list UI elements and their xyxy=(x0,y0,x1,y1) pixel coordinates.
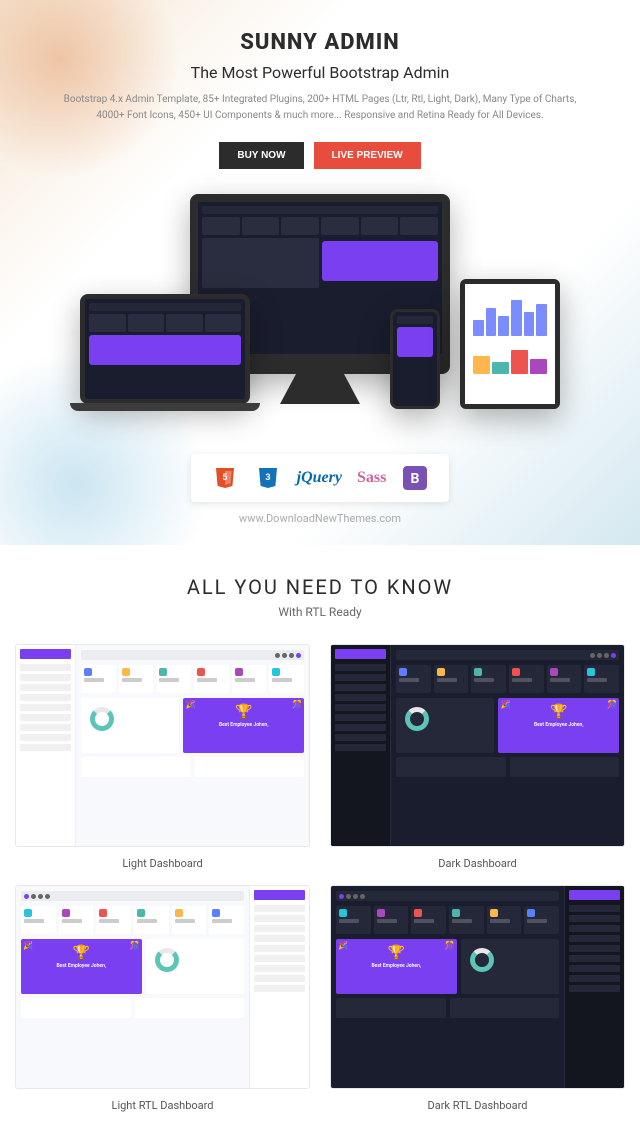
stat-card xyxy=(449,906,484,934)
stat-card xyxy=(232,665,267,693)
subtitle: The Most Powerful Bootstrap Admin xyxy=(20,63,620,82)
earning-summary-chart xyxy=(461,939,559,994)
best-employee-card: 🎉🎊Best Employee Johen, xyxy=(183,698,304,753)
light-rtl-dashboard-item: 🎉🎊Best Employee Johen, Light RTL Dashboa… xyxy=(15,885,310,1111)
dark-rtl-dashboard-screenshot[interactable]: 🎉🎊Best Employee Johen, xyxy=(330,885,625,1088)
stat-cards xyxy=(81,665,304,693)
earning-summary-chart xyxy=(146,939,244,994)
stat-card xyxy=(434,665,469,693)
earning-summary-chart xyxy=(81,698,179,753)
screenshot-label: Dark RTL Dashboard xyxy=(330,1099,625,1112)
light-dashboard-item: 🎉🎊Best Employee Johen, Light Dashboard xyxy=(15,644,310,870)
description: Bootstrap 4.x Admin Template, 85+ Integr… xyxy=(60,92,580,124)
stat-card xyxy=(584,665,619,693)
stat-card xyxy=(156,665,191,693)
stat-card xyxy=(524,906,559,934)
dark-dashboard-screenshot[interactable]: 🎉🎊Best Employee Johen, xyxy=(330,644,625,847)
phone-mockup xyxy=(390,309,440,409)
live-preview-button[interactable]: LIVE PREVIEW xyxy=(314,142,421,169)
light-dashboard-screenshot[interactable]: 🎉🎊Best Employee Johen, xyxy=(15,644,310,847)
tablet-mockup xyxy=(460,279,560,409)
dark-dashboard-item: 🎉🎊Best Employee Johen, Dark Dashboard xyxy=(330,644,625,870)
stat-card xyxy=(269,665,304,693)
watermark: www.DownloadNewThemes.com xyxy=(20,512,620,525)
stat-card xyxy=(547,665,582,693)
section-heading: ALL YOU NEED TO KNOW xyxy=(15,575,625,599)
best-employee-card: 🎉🎊Best Employee Johen, xyxy=(336,939,457,994)
stat-card xyxy=(81,665,116,693)
best-employee-card: 🎉🎊Best Employee Johen, xyxy=(498,698,619,753)
stat-card xyxy=(509,665,544,693)
stat-card xyxy=(96,906,131,934)
bootstrap-icon: B xyxy=(401,464,429,492)
device-mockups xyxy=(80,194,560,434)
screenshot-grid: 🎉🎊Best Employee Johen, Light Dashboard xyxy=(15,644,625,1112)
stat-card xyxy=(471,665,506,693)
screenshot-label: Light RTL Dashboard xyxy=(15,1099,310,1112)
stat-cards xyxy=(336,906,559,934)
stat-card xyxy=(119,665,154,693)
stat-card xyxy=(134,906,169,934)
laptop-mockup xyxy=(80,294,250,404)
best-employee-card: 🎉🎊Best Employee Johen, xyxy=(21,939,142,994)
html5-icon: 5 xyxy=(211,464,239,492)
tech-logos: 5 3 jQuery Sass B xyxy=(191,454,450,502)
stat-card xyxy=(487,906,522,934)
hero-section: SUNNY ADMIN The Most Powerful Bootstrap … xyxy=(0,0,640,545)
css3-icon: 3 xyxy=(254,464,282,492)
stat-card xyxy=(411,906,446,934)
stat-card xyxy=(396,665,431,693)
screenshot-label: Dark Dashboard xyxy=(330,857,625,870)
stat-card xyxy=(21,906,56,934)
svg-text:5: 5 xyxy=(222,473,227,483)
stat-cards xyxy=(21,906,244,934)
dark-rtl-dashboard-item: 🎉🎊Best Employee Johen, Dark RTL Dashboar… xyxy=(330,885,625,1111)
stat-card xyxy=(209,906,244,934)
section-subheading: With RTL Ready xyxy=(15,605,625,619)
stat-card xyxy=(59,906,94,934)
features-section: ALL YOU NEED TO KNOW With RTL Ready 🎉🎊Be… xyxy=(0,545,640,1142)
sass-icon: Sass xyxy=(357,464,386,492)
svg-text:B: B xyxy=(411,471,420,487)
screenshot-label: Light Dashboard xyxy=(15,857,310,870)
stat-card xyxy=(172,906,207,934)
svg-text:3: 3 xyxy=(265,473,270,483)
light-rtl-dashboard-screenshot[interactable]: 🎉🎊Best Employee Johen, xyxy=(15,885,310,1088)
jquery-icon: jQuery xyxy=(297,464,342,492)
cta-buttons: BUY NOW LIVE PREVIEW xyxy=(20,142,620,169)
earning-summary-chart xyxy=(396,698,494,753)
buy-now-button[interactable]: BUY NOW xyxy=(219,142,303,169)
stat-card xyxy=(374,906,409,934)
stat-card xyxy=(194,665,229,693)
stat-cards xyxy=(396,665,619,693)
stat-card xyxy=(336,906,371,934)
page-title: SUNNY ADMIN xyxy=(20,30,620,55)
